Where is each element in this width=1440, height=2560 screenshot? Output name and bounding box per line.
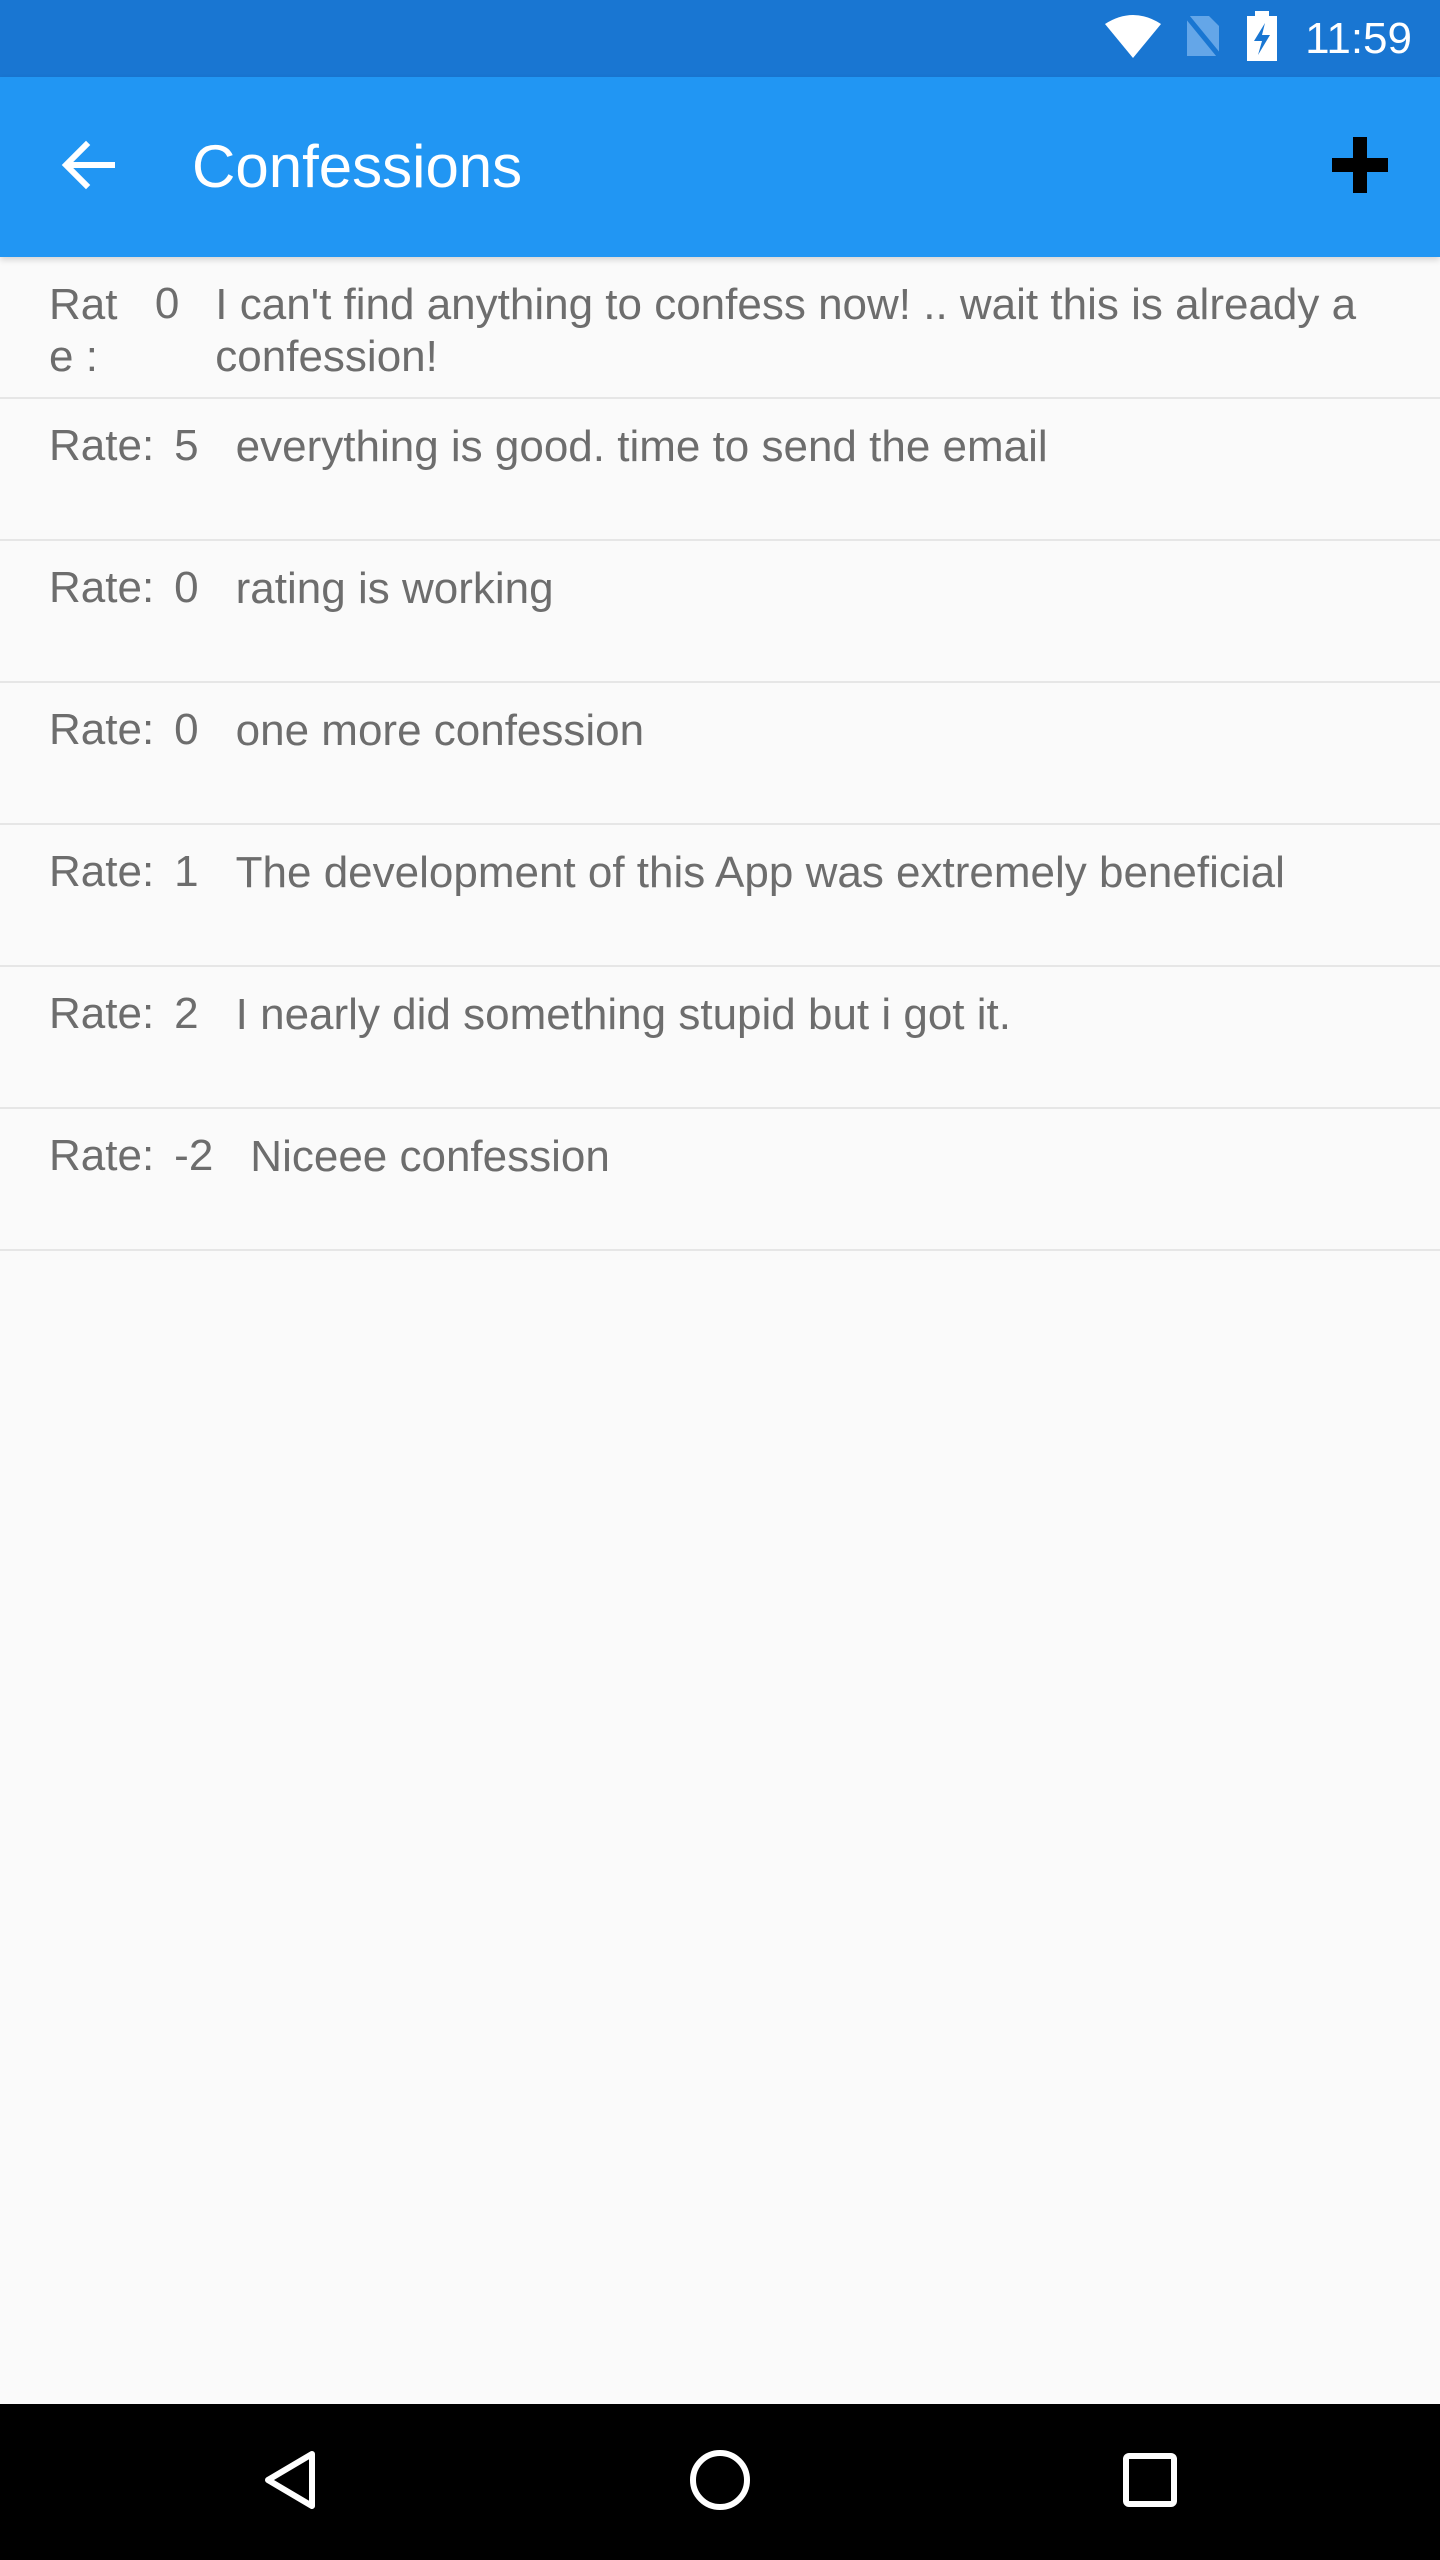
rate-label: Rate: — [49, 563, 155, 612]
back-triangle-icon — [260, 2448, 320, 2517]
confession-text: I nearly did something stupid but i got … — [235, 990, 1011, 1039]
confession-text: Niceee confession — [250, 1132, 610, 1181]
confession-row[interactable]: Rate : 0 I can't find anything to confes… — [0, 257, 1440, 399]
navigation-bar — [0, 2404, 1440, 2560]
nav-recents-button[interactable] — [1110, 2442, 1190, 2522]
rate-value: 2 — [174, 989, 199, 1038]
status-time: 11:59 — [1305, 13, 1412, 63]
home-circle-icon — [688, 2448, 752, 2517]
rate-label: Rate: — [49, 421, 155, 470]
confession-row[interactable]: Rate: 2 I nearly did something stupid bu… — [0, 967, 1440, 1109]
back-button[interactable] — [48, 127, 128, 207]
confession-row[interactable]: Rate: 1 The development of this App was … — [0, 825, 1440, 967]
rate-value: 0 — [154, 279, 180, 328]
plus-icon — [1330, 135, 1390, 200]
arrow-back-icon — [60, 137, 116, 198]
battery-charging-icon — [1245, 11, 1279, 66]
wifi-icon — [1105, 14, 1162, 63]
rate-label: Rate : — [49, 280, 118, 381]
status-icons: 11:59 — [1105, 0, 1412, 77]
confession-text: rating is working — [235, 564, 554, 613]
confession-list: Rate : 0 I can't find anything to confes… — [0, 257, 1440, 1251]
rate-value: 1 — [174, 847, 199, 896]
no-sim-icon — [1183, 12, 1224, 65]
confession-text: everything is good. time to send the ema… — [235, 422, 1048, 471]
confession-row[interactable]: Rate: 0 rating is working — [0, 541, 1440, 683]
add-button[interactable] — [1320, 127, 1400, 207]
recents-square-icon — [1120, 2450, 1180, 2515]
rate-label: Rate: — [49, 1131, 155, 1180]
confession-text: The development of this App was extremel… — [235, 848, 1285, 897]
app-title: Confessions — [192, 133, 523, 200]
rate-label: Rate: — [49, 989, 155, 1038]
rate-label: Rate: — [49, 847, 155, 896]
nav-home-button[interactable] — [680, 2442, 760, 2522]
rate-value: -2 — [174, 1131, 214, 1180]
app-bar: Confessions — [0, 77, 1440, 257]
status-bar: 11:59 — [0, 0, 1440, 77]
nav-back-button[interactable] — [250, 2442, 330, 2522]
rate-value: 5 — [174, 421, 199, 470]
confession-row[interactable]: Rate: -2 Niceee confession — [0, 1109, 1440, 1251]
confession-row[interactable]: Rate: 5 everything is good. time to send… — [0, 399, 1440, 541]
rate-label: Rate: — [49, 705, 155, 754]
confession-text: one more confession — [235, 706, 645, 755]
confession-text: I can't find anything to confess now! ..… — [215, 280, 1357, 381]
rate-value: 0 — [174, 705, 199, 754]
confession-row[interactable]: Rate: 0 one more confession — [0, 683, 1440, 825]
rate-value: 0 — [174, 563, 199, 612]
